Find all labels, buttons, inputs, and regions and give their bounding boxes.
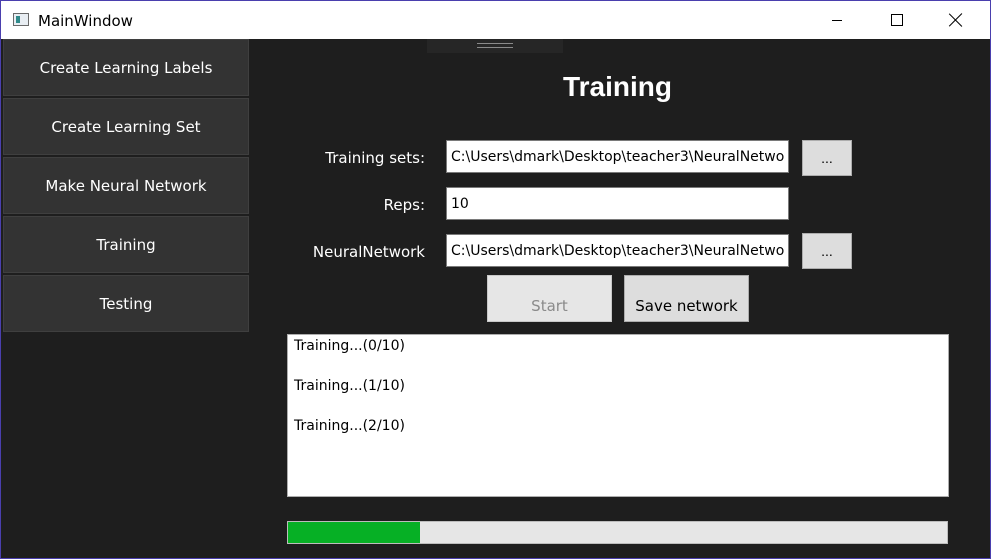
title-bar[interactable]: MainWindow [1,1,990,39]
reps-input[interactable] [446,187,789,220]
save-network-button[interactable]: Save network [624,275,749,322]
close-button[interactable] [933,1,979,39]
nav-training[interactable]: Training [3,216,249,273]
reps-label: Reps: [383,196,425,214]
minimize-button[interactable] [814,1,860,39]
nav-testing[interactable]: Testing [3,275,249,332]
log-line: Training...(0/10) [294,338,405,354]
log-line: Training...(2/10) [294,418,405,434]
progress-fill [288,522,420,543]
neural-network-label: NeuralNetwork [312,243,425,261]
nav-create-learning-set[interactable]: Create Learning Set [3,98,249,155]
maximize-icon [891,14,903,26]
training-sets-browse-button[interactable]: ... [802,140,852,176]
window-title: MainWindow [38,12,133,30]
drag-grip[interactable] [427,39,563,53]
start-button[interactable]: Start [487,275,612,322]
page-title: Training [563,71,672,102]
training-sets-input[interactable] [446,140,789,173]
neural-network-browse-button[interactable]: ... [802,233,852,269]
nav-make-neural-network[interactable]: Make Neural Network [3,157,249,214]
minimize-icon [832,19,842,21]
close-icon [949,13,963,27]
log-line: Training...(1/10) [294,378,405,394]
window-icon [13,13,29,26]
training-sets-label: Training sets: [325,149,425,167]
neural-network-input[interactable] [446,234,789,267]
main-window: MainWindow Create Learning Labels Create… [0,0,991,559]
training-progress-bar [287,521,948,544]
maximize-button[interactable] [874,1,920,39]
training-log[interactable]: Training...(0/10) Training...(1/10) Trai… [287,334,949,497]
